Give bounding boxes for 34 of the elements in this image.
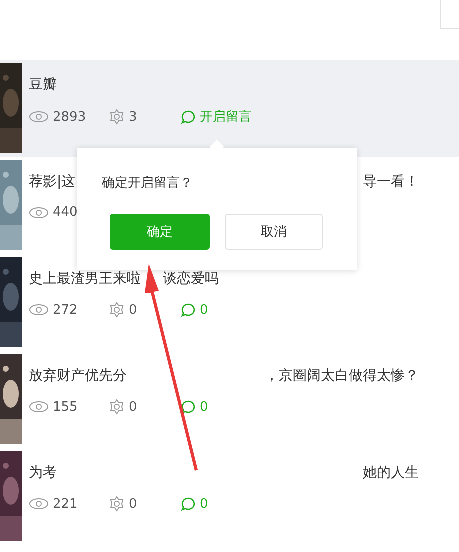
view-count: 221 bbox=[53, 496, 78, 512]
comment-icon bbox=[181, 110, 196, 124]
like-count: 3 bbox=[129, 110, 138, 124]
like-count: 0 bbox=[129, 302, 138, 318]
view-count: 272 bbox=[53, 302, 78, 318]
like-count: 0 bbox=[129, 496, 138, 512]
article-title[interactable]: 荐影|这 bbox=[29, 173, 76, 191]
article-title[interactable]: 导一看！ bbox=[363, 173, 419, 191]
like-count: 0 bbox=[129, 400, 138, 414]
article-title[interactable]: 史上最渣男王来啦 bbox=[29, 270, 141, 288]
eye-icon bbox=[29, 401, 49, 413]
flower-icon bbox=[109, 302, 125, 318]
article-title[interactable]: 豆瓣 bbox=[29, 76, 57, 94]
article-title[interactable]: 放弃财产优先分 bbox=[29, 367, 127, 385]
comment-icon bbox=[181, 400, 196, 414]
view-count: 2893 bbox=[53, 110, 86, 124]
view-count: 440 bbox=[53, 205, 78, 220]
eye-icon bbox=[29, 304, 49, 316]
comment-icon bbox=[181, 496, 196, 512]
view-count: 155 bbox=[53, 400, 78, 414]
toolbar-button[interactable] bbox=[440, 0, 459, 29]
article-title[interactable]: ，京圈阔太白做得太惨？ bbox=[265, 367, 419, 385]
flower-icon bbox=[109, 109, 125, 125]
eye-icon bbox=[29, 498, 49, 510]
article-title[interactable]: 谈恋爱吗 bbox=[163, 270, 219, 288]
article-title[interactable]: 她的人生 bbox=[363, 464, 419, 482]
eye-icon bbox=[29, 111, 49, 123]
flower-icon bbox=[109, 399, 125, 415]
cancel-button[interactable]: 取消 bbox=[225, 214, 323, 250]
comment-icon bbox=[181, 302, 196, 318]
flower-icon bbox=[109, 496, 125, 512]
eye-icon bbox=[29, 206, 49, 218]
article-title[interactable]: 为考 bbox=[29, 464, 57, 482]
popover-message: 确定开启留言？ bbox=[102, 175, 194, 192]
